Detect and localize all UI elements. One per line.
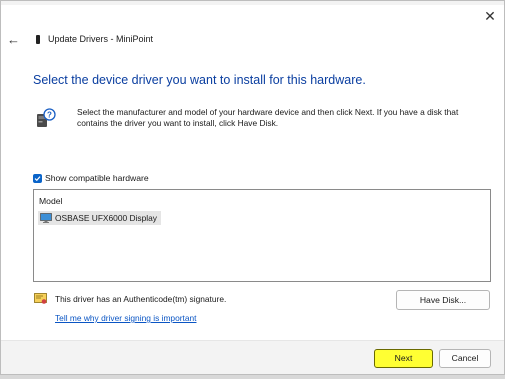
model-column-header: Model — [39, 196, 63, 206]
instructions-text: Select the manufacturer and model of you… — [77, 107, 459, 128]
title-bar-strip — [1, 1, 504, 5]
checkmark-icon — [34, 175, 41, 181]
update-drivers-dialog: ✕ ← Update Drivers - MiniPoint Select th… — [0, 0, 505, 375]
close-icon[interactable]: ✕ — [482, 8, 498, 24]
driver-signing-link[interactable]: Tell me why driver signing is important — [55, 313, 197, 323]
back-arrow-icon[interactable]: ← — [7, 33, 21, 47]
certificate-icon — [34, 293, 47, 304]
show-compatible-label: Show compatible hardware — [45, 173, 149, 183]
svg-text:?: ? — [47, 111, 52, 120]
next-button[interactable]: Next — [374, 349, 433, 368]
have-disk-button[interactable]: Have Disk... — [396, 290, 490, 310]
show-compatible-checkbox[interactable] — [33, 173, 42, 183]
dialog-footer: Next Cancel — [1, 340, 504, 374]
cancel-button[interactable]: Cancel — [439, 349, 491, 368]
page-heading: Select the device driver you want to ins… — [33, 73, 366, 87]
signature-status-text: This driver has an Authenticode(tm) sign… — [55, 294, 227, 304]
show-compatible-checkbox-row[interactable]: Show compatible hardware — [33, 173, 149, 183]
device-icon — [36, 35, 40, 44]
hardware-help-icon: ? — [37, 108, 56, 127]
list-item[interactable]: OSBASE UFX6000 Display — [38, 211, 161, 225]
window-title: Update Drivers - MiniPoint — [48, 34, 154, 44]
model-listbox[interactable]: Model OSBASE UFX6000 Display — [33, 189, 491, 282]
model-item-label: OSBASE UFX6000 Display — [55, 213, 157, 223]
monitor-icon — [40, 213, 52, 223]
